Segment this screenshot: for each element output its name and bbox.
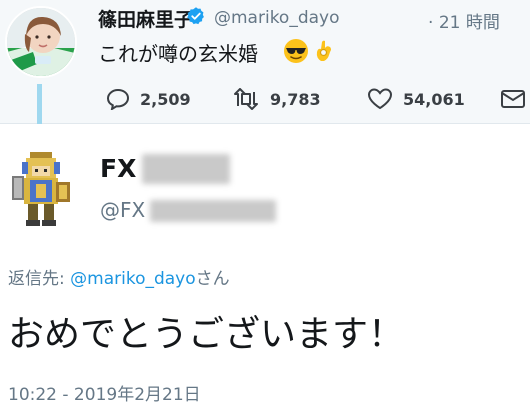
retweet-count: 9,783 <box>270 89 321 109</box>
replying-to-line: 返信先: @mariko_dayoさん <box>8 264 230 289</box>
verified-badge-icon <box>187 7 204 25</box>
original-display-name[interactable]: 篠田麻里子 <box>98 5 193 32</box>
replying-suffix: さん <box>195 269 230 289</box>
ok-hand-emoji-icon <box>316 40 331 61</box>
like-action[interactable]: 54,061 <box>367 84 465 114</box>
original-relative-time: 21 時間 <box>438 13 500 33</box>
reply-count: 2,509 <box>140 89 191 109</box>
reply-display-name[interactable]: FX <box>100 154 136 183</box>
replying-handle-link[interactable]: @mariko_dayo <box>70 269 196 289</box>
pixel-knight-avatar-icon <box>12 152 70 226</box>
original-tweet-text: これが噂の玄米婚 <box>98 42 258 66</box>
reply-icon <box>106 88 130 110</box>
reply-tweet-text: おめでとうございます！ <box>8 314 405 355</box>
avatar-reply-author[interactable] <box>8 150 74 230</box>
redacted-name-blur <box>142 154 230 184</box>
sunglasses-face-emoji-icon <box>284 39 308 63</box>
avatar-original-author[interactable] <box>5 6 77 78</box>
reply-handle[interactable]: @FX <box>100 198 145 222</box>
reply-timestamp[interactable]: 10:22 - 2019年2月21日 <box>8 380 201 405</box>
heart-icon <box>367 88 393 110</box>
original-tweet-actions: 2,509 9,783 54,061 <box>0 84 530 114</box>
redacted-handle-blur <box>150 200 276 222</box>
replying-prefix: 返信先: <box>8 269 65 289</box>
original-handle[interactable]: @mariko_dayo <box>214 8 340 28</box>
retweet-icon <box>234 88 258 110</box>
original-timestamp[interactable]: · 21 時間 <box>428 8 500 33</box>
direct-message-action[interactable] <box>500 84 526 114</box>
envelope-icon <box>501 90 525 108</box>
retweet-action[interactable]: 9,783 <box>232 84 321 114</box>
like-count: 54,061 <box>403 89 465 109</box>
reply-action[interactable]: 2,509 <box>106 84 191 114</box>
